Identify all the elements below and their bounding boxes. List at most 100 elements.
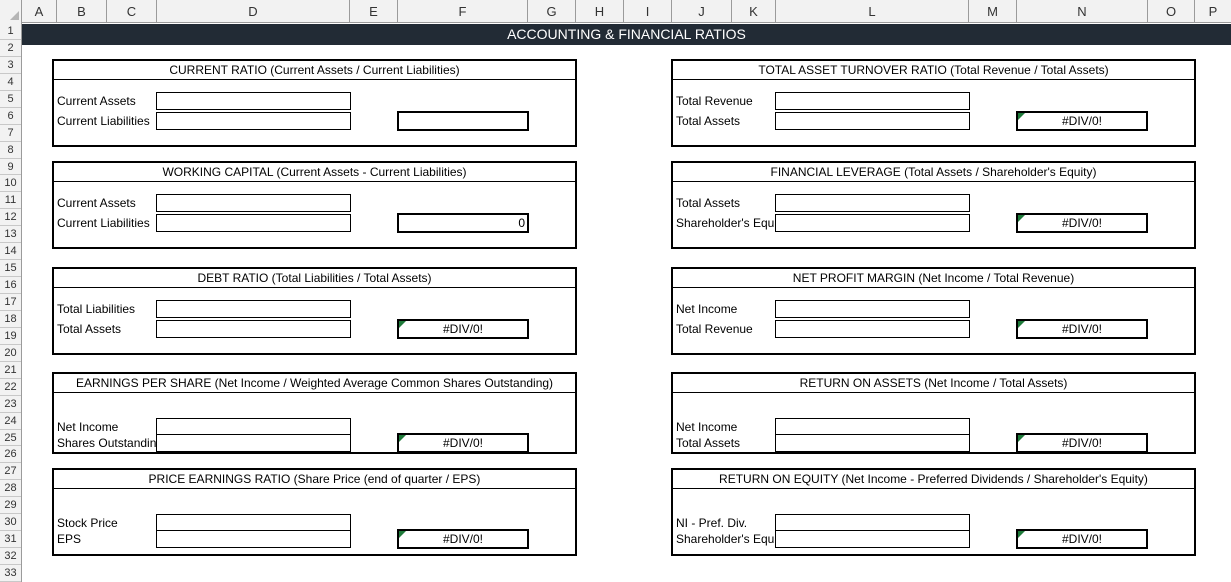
result-value: #DIV/0! (442, 532, 484, 546)
row-header-27[interactable]: 27 (0, 463, 21, 481)
value-input-cell[interactable] (775, 434, 970, 452)
column-header-c[interactable]: C (107, 0, 157, 23)
column-header-j[interactable]: J (672, 0, 732, 23)
column-header-b[interactable]: B (57, 0, 107, 23)
value-input-cell[interactable] (156, 92, 351, 110)
value-input-cell[interactable] (775, 112, 970, 130)
row-header-12[interactable]: 12 (0, 209, 21, 227)
row-header-1[interactable]: 1 (0, 23, 21, 40)
value-input-cell[interactable] (156, 214, 351, 232)
row-header-8[interactable]: 8 (0, 142, 21, 159)
row-header-28[interactable]: 28 (0, 480, 21, 498)
result-value: #DIV/0! (442, 436, 484, 450)
column-header-p[interactable]: P (1195, 0, 1231, 23)
column-header-k[interactable]: K (732, 0, 776, 23)
error-indicator-icon[interactable] (1018, 321, 1025, 328)
ratio-box: EARNINGS PER SHARE (Net Income / Weighte… (52, 372, 577, 454)
row-header-23[interactable]: 23 (0, 396, 21, 413)
value-input-cell[interactable] (156, 194, 351, 212)
result-value: #DIV/0! (1061, 436, 1103, 450)
ratio-box-title: RETURN ON ASSETS (Net Income / Total Ass… (673, 374, 1194, 393)
result-cell[interactable]: #DIV/0! (1016, 111, 1148, 131)
column-header-d[interactable]: D (157, 0, 350, 23)
select-all-corner[interactable] (0, 0, 22, 23)
result-cell[interactable]: #DIV/0! (1016, 433, 1148, 453)
field-label: Net Income (57, 420, 119, 434)
row-header-31[interactable]: 31 (0, 531, 21, 549)
field-label: Current Assets (57, 196, 136, 210)
ratio-box-title: FINANCIAL LEVERAGE (Total Assets / Share… (673, 163, 1194, 182)
row-header-16[interactable]: 16 (0, 277, 21, 295)
row-header-26[interactable]: 26 (0, 446, 21, 464)
value-input-cell[interactable] (775, 530, 970, 548)
row-header-33[interactable]: 33 (0, 565, 21, 582)
field-label: Total Revenue (676, 94, 753, 108)
row-header-21[interactable]: 21 (0, 362, 21, 379)
result-cell[interactable]: #DIV/0! (397, 529, 529, 549)
result-cell[interactable]: 0 (397, 213, 529, 233)
column-header-o[interactable]: O (1148, 0, 1195, 23)
value-input-cell[interactable] (775, 300, 970, 318)
value-input-cell[interactable] (775, 92, 970, 110)
row-header-20[interactable]: 20 (0, 345, 21, 362)
value-input-cell[interactable] (775, 214, 970, 232)
row-header-3[interactable]: 3 (0, 57, 21, 74)
ratio-box: DEBT RATIO (Total Liabilities / Total As… (52, 267, 577, 355)
row-header-2[interactable]: 2 (0, 40, 21, 57)
row-header-24[interactable]: 24 (0, 413, 21, 430)
value-input-cell[interactable] (156, 112, 351, 130)
row-header-17[interactable]: 17 (0, 294, 21, 311)
value-input-cell[interactable] (156, 300, 351, 318)
field-label: NI - Pref. Div. (676, 516, 748, 530)
row-header-19[interactable]: 19 (0, 328, 21, 345)
column-header-l[interactable]: L (776, 0, 969, 23)
row-header-30[interactable]: 30 (0, 514, 21, 532)
ratio-box-title: TOTAL ASSET TURNOVER RATIO (Total Revenu… (673, 61, 1194, 80)
column-header-e[interactable]: E (350, 0, 398, 23)
result-cell[interactable]: #DIV/0! (397, 319, 529, 339)
row-header-13[interactable]: 13 (0, 226, 21, 244)
value-input-cell[interactable] (156, 434, 351, 452)
column-header-n[interactable]: N (1017, 0, 1148, 23)
result-cell[interactable]: #DIV/0! (1016, 529, 1148, 549)
select-all-triangle-icon (10, 11, 19, 20)
result-cell[interactable]: #DIV/0! (1016, 319, 1148, 339)
column-header-i[interactable]: I (624, 0, 672, 23)
result-cell[interactable]: #DIV/0! (397, 433, 529, 453)
error-indicator-icon[interactable] (1018, 215, 1025, 222)
column-header-f[interactable]: F (398, 0, 528, 23)
row-header-6[interactable]: 6 (0, 108, 21, 125)
column-header-h[interactable]: H (576, 0, 624, 23)
row-header-15[interactable]: 15 (0, 260, 21, 278)
row-header-9[interactable]: 9 (0, 159, 21, 176)
column-header-m[interactable]: M (969, 0, 1017, 23)
result-cell[interactable]: #DIV/0! (1016, 213, 1148, 233)
row-header-32[interactable]: 32 (0, 548, 21, 566)
ratio-box: TOTAL ASSET TURNOVER RATIO (Total Revenu… (671, 59, 1196, 147)
error-indicator-icon[interactable] (399, 531, 406, 538)
value-input-cell[interactable] (775, 194, 970, 212)
column-header-a[interactable]: A (22, 0, 57, 23)
error-indicator-icon[interactable] (1018, 113, 1025, 120)
row-header-22[interactable]: 22 (0, 379, 21, 396)
ratio-box: WORKING CAPITAL (Current Assets - Curren… (52, 161, 577, 249)
row-header-11[interactable]: 11 (0, 192, 21, 210)
value-input-cell[interactable] (156, 320, 351, 338)
row-header-10[interactable]: 10 (0, 175, 21, 193)
row-header-4[interactable]: 4 (0, 74, 21, 91)
error-indicator-icon[interactable] (1018, 531, 1025, 538)
ratio-box: RETURN ON EQUITY (Net Income - Preferred… (671, 468, 1196, 556)
column-header-g[interactable]: G (528, 0, 576, 23)
row-header-25[interactable]: 25 (0, 430, 21, 447)
row-header-14[interactable]: 14 (0, 243, 21, 261)
error-indicator-icon[interactable] (399, 321, 406, 328)
error-indicator-icon[interactable] (1018, 435, 1025, 442)
result-cell[interactable] (397, 111, 529, 131)
row-header-18[interactable]: 18 (0, 311, 21, 328)
row-header-29[interactable]: 29 (0, 497, 21, 515)
row-header-5[interactable]: 5 (0, 91, 21, 108)
row-header-7[interactable]: 7 (0, 125, 21, 142)
error-indicator-icon[interactable] (399, 435, 406, 442)
value-input-cell[interactable] (156, 530, 351, 548)
value-input-cell[interactable] (775, 320, 970, 338)
